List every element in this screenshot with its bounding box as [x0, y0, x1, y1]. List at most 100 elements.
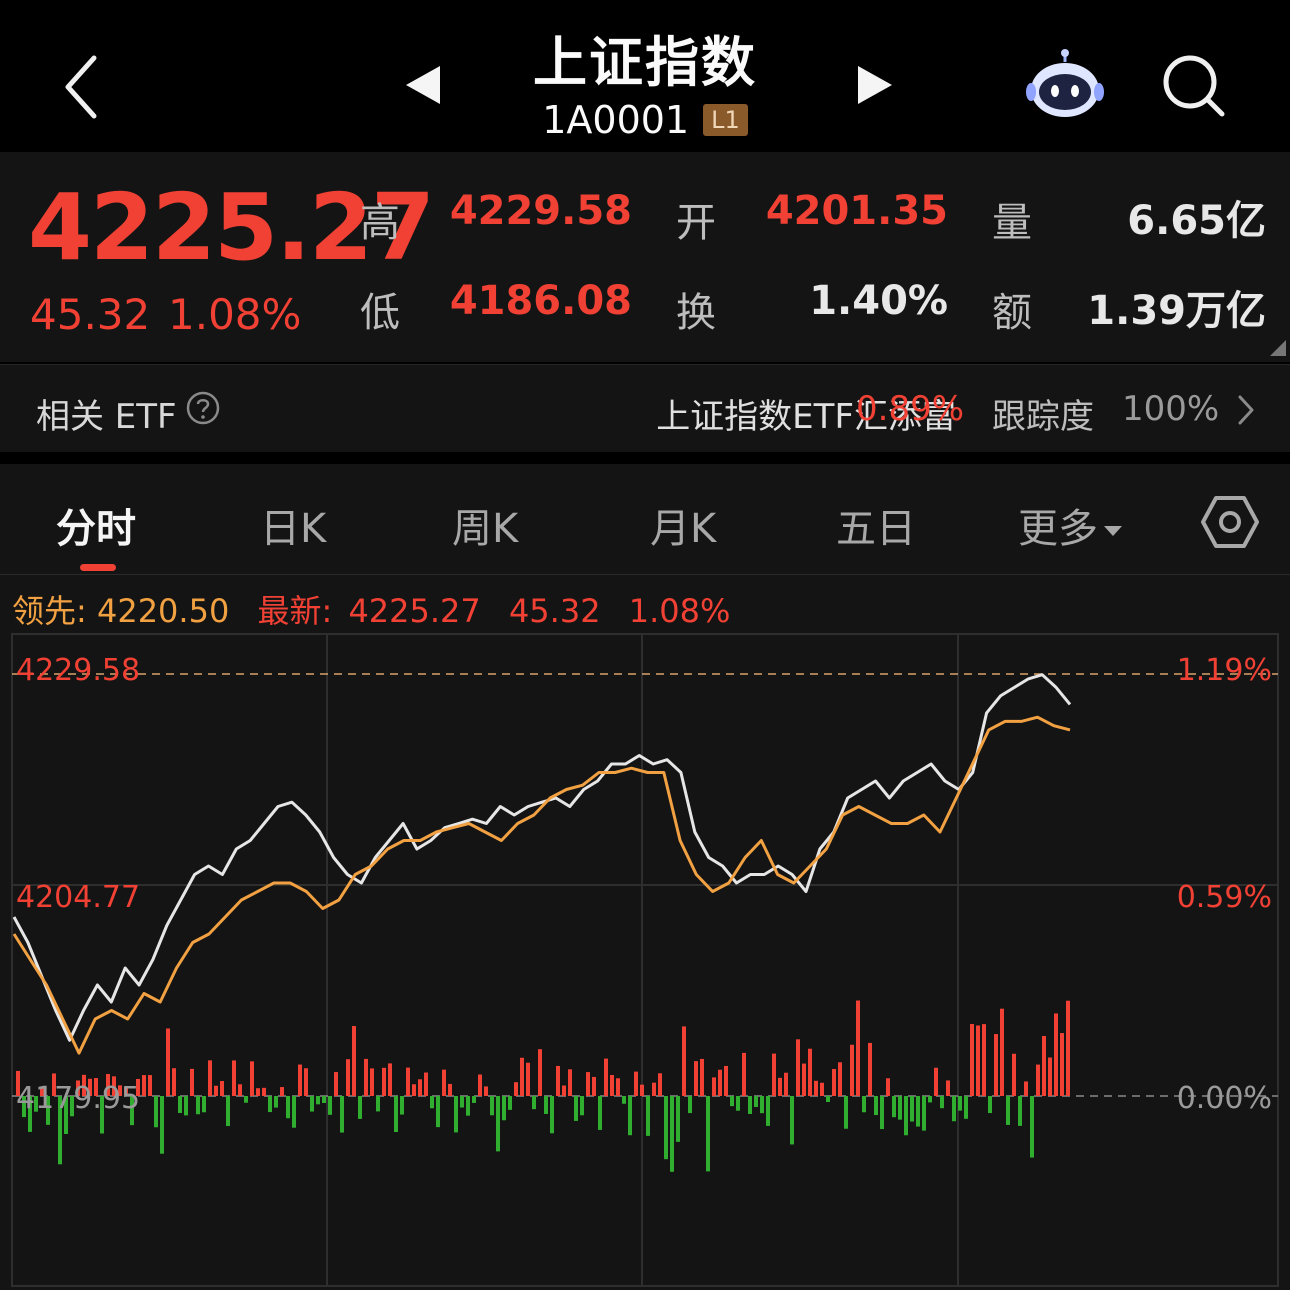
volume-bar-down [436, 1096, 440, 1128]
etf-change-percent: 0.89% [856, 389, 965, 429]
volume-bar-up [538, 1049, 542, 1096]
volume-bar-up [412, 1084, 416, 1096]
chevron-right-icon[interactable] [1234, 393, 1258, 427]
volume-bar-up [946, 1080, 950, 1096]
y-tick-left: 4179.95 [16, 1081, 140, 1116]
price-change-percent: 1.08% [168, 290, 302, 339]
volume-bar-up [1012, 1053, 1016, 1096]
volume-bar-down [292, 1096, 296, 1128]
volume-bar-up [556, 1065, 560, 1096]
volume-bars [16, 1000, 1070, 1172]
volume-bar-down [574, 1096, 578, 1121]
robot-icon[interactable] [1026, 48, 1104, 120]
volume-bar-up [232, 1060, 236, 1096]
related-etf-row[interactable]: 相关 ETF 上证指数ETF汇添富 0.89% 跟踪度 100% [0, 364, 1290, 452]
volume-bar-down [898, 1096, 902, 1120]
volume-bar-up [868, 1042, 872, 1096]
volume-bar-up [604, 1058, 608, 1096]
volume-bar-down [958, 1096, 962, 1111]
chevron-left-icon[interactable] [58, 52, 108, 122]
volume-bar-up [142, 1075, 146, 1096]
volume-bar-down [706, 1096, 710, 1172]
volume-bar-down [508, 1096, 512, 1110]
search-icon[interactable] [1160, 52, 1228, 120]
tab-weekly-k[interactable]: 周K [452, 496, 518, 554]
volume-bar-up [1048, 1057, 1052, 1096]
triangle-left-icon[interactable] [400, 62, 444, 108]
volume-bar-down [376, 1096, 380, 1112]
volume-bar-up [364, 1058, 368, 1096]
volume-bar-up [568, 1069, 572, 1096]
volume-bar-up [190, 1068, 194, 1096]
volume-bar-up [238, 1084, 242, 1096]
volume-bar-down [916, 1096, 920, 1127]
question-circle-icon[interactable] [186, 391, 220, 425]
volume-bar-down [628, 1096, 632, 1136]
related-etf-label: 相关 ETF [36, 397, 177, 437]
volume-bar-up [586, 1072, 590, 1096]
volume-bar-down [202, 1096, 206, 1113]
volume-bar-down [826, 1096, 830, 1103]
volume-bar-up [856, 1000, 860, 1096]
volume-bar-down [754, 1096, 758, 1108]
intraday-chart[interactable]: 4229.58 4204.77 4179.95 1.19% 0.59% 0.00% [0, 630, 1290, 1290]
volume-bar-up [214, 1085, 218, 1096]
latest-change: 45.32 [508, 592, 601, 630]
volume-bar-up [166, 1028, 170, 1096]
page-title: 上证指数 [533, 31, 757, 94]
volume-bar-up [694, 1061, 698, 1096]
volume-bar-up [520, 1057, 524, 1096]
volume-bar-up [982, 1024, 986, 1096]
latest-value: 4225.27 [348, 592, 481, 630]
volume-bar-down [322, 1096, 326, 1104]
chart-info-line: 领先: 4220.50 最新: 4225.27 45.32 1.08% [12, 586, 730, 632]
volume-bar-up [778, 1077, 782, 1096]
volume-bar-down [544, 1096, 548, 1114]
volume-bar-down [196, 1096, 200, 1115]
expand-corner-icon[interactable] [1270, 340, 1286, 356]
volume-bar-down [670, 1096, 674, 1172]
volume-bar-up [838, 1062, 842, 1096]
volume-bar-down [532, 1096, 536, 1110]
volume-bar-up [592, 1076, 596, 1096]
volume-bar-up [208, 1060, 212, 1096]
tab-monthly-k[interactable]: 月K [650, 496, 716, 554]
volume-bar-up [406, 1067, 410, 1096]
volume-bar-up [934, 1067, 938, 1096]
volume-bar-up [148, 1075, 152, 1096]
volume-bar-up [682, 1026, 686, 1096]
tab-intraday[interactable]: 分时 [56, 496, 136, 554]
volume-bar-up [832, 1068, 836, 1096]
volume-bar-down [790, 1096, 794, 1145]
volume-bar-down [550, 1096, 554, 1134]
volume-bar-up [562, 1085, 566, 1096]
triangle-right-icon[interactable] [854, 62, 898, 108]
volume-bar-up [346, 1059, 350, 1096]
price-lines [12, 673, 1072, 1055]
volume-bar-up [418, 1079, 422, 1096]
volume-bar-up [448, 1083, 452, 1096]
volume-bar-down [472, 1096, 476, 1103]
volume-bar-down [310, 1096, 314, 1112]
volume-bar-up [250, 1061, 254, 1096]
tab-more[interactable]: 更多 [1018, 496, 1122, 554]
volume-bar-down [394, 1096, 398, 1133]
volume-bar-down [1006, 1096, 1010, 1125]
tab-daily-k[interactable]: 日K [260, 496, 326, 554]
y-tick-right: 0.00% [1177, 1081, 1272, 1116]
volume-bar-down [502, 1096, 506, 1121]
volume-bar-down [1030, 1096, 1034, 1158]
level-badge: L1 [703, 104, 748, 136]
tab-five-day[interactable]: 五日 [836, 496, 916, 554]
volume-bar-up [1054, 1013, 1058, 1096]
amount-value: 1.39万亿 [1087, 288, 1266, 334]
volume-bar-up [352, 1026, 356, 1096]
volume-bar-down [940, 1096, 944, 1109]
volume-bar-up [280, 1087, 284, 1096]
volume-bar-down [340, 1096, 344, 1133]
hexagon-settings-icon[interactable] [1200, 494, 1260, 550]
tracking-value: 100% [1122, 389, 1220, 429]
volume-bar-up [424, 1072, 428, 1096]
tabs-divider [0, 574, 1290, 575]
volume-bar-down [928, 1096, 932, 1103]
